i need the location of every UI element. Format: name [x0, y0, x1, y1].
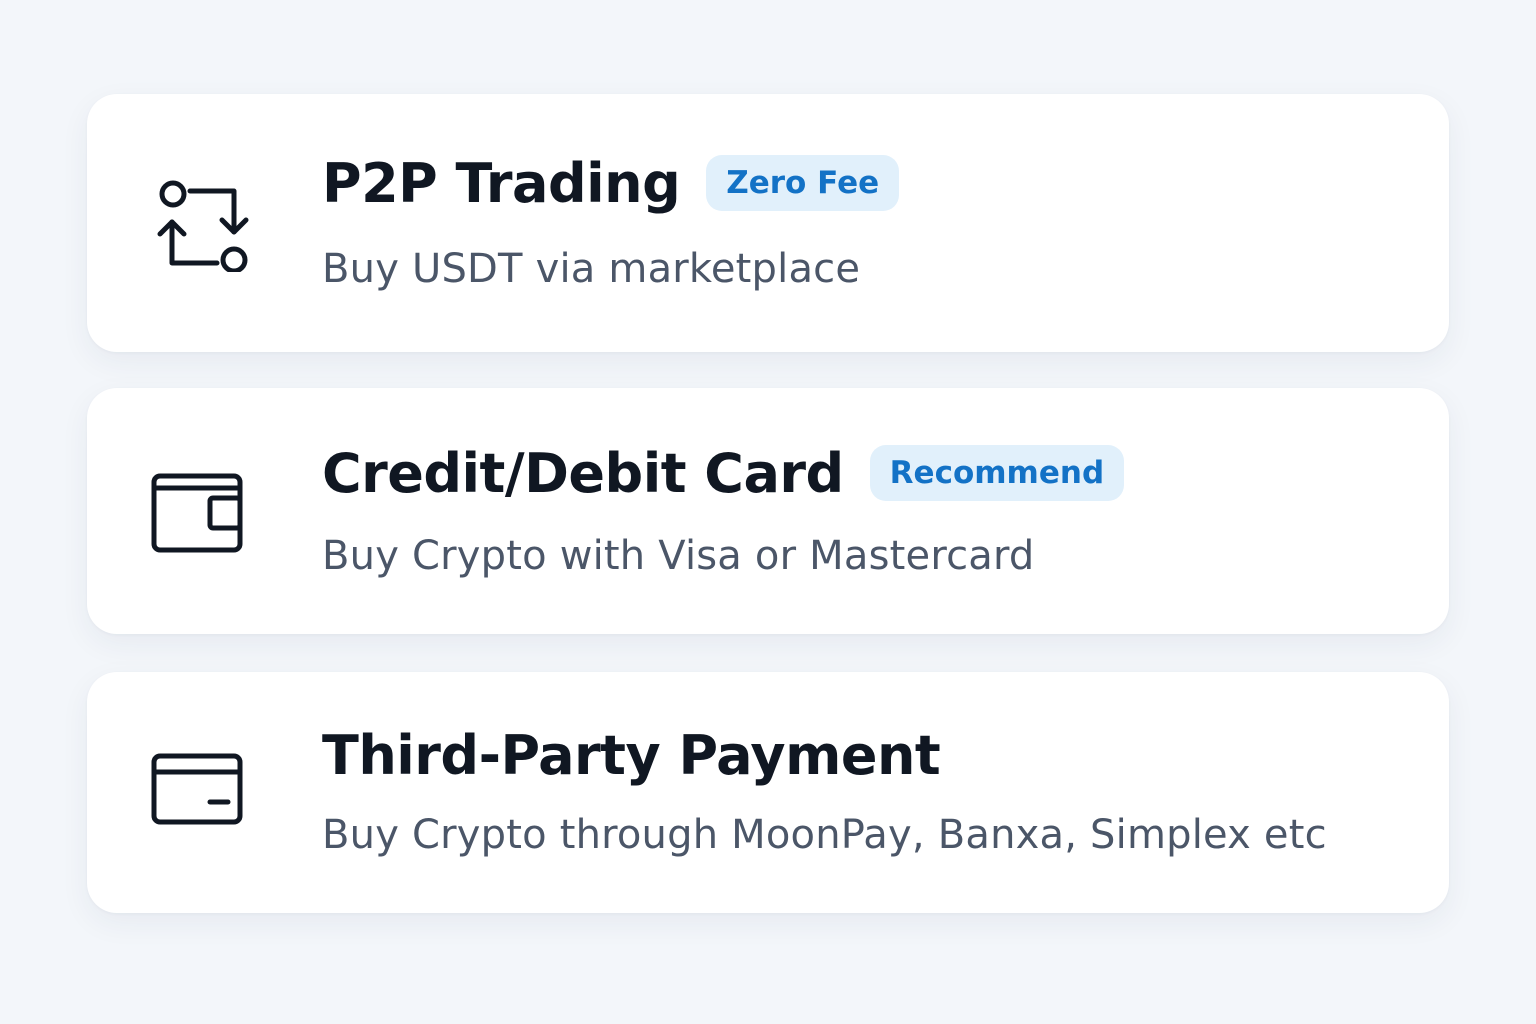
p2p-trading-option[interactable]	[87, 94, 1449, 352]
zero-fee-badge: Zero Fee	[706, 155, 900, 211]
recommend-badge: Recommend	[869, 445, 1125, 501]
option-subtitle: Buy USDT via marketplace	[322, 246, 861, 292]
p2p-title-row: P2P Trading Zero Fee	[322, 150, 900, 216]
option-subtitle: Buy Crypto through MoonPay, Banxa, Simpl…	[322, 812, 1327, 858]
option-subtitle: Buy Crypto with Visa or Mastercard	[322, 533, 1035, 579]
card-icon	[150, 748, 250, 848]
third-party-title-row: Third-Party Payment	[322, 723, 941, 787]
option-title: Third-Party Payment	[322, 723, 941, 787]
credit-debit-card-option[interactable]	[87, 388, 1449, 634]
wallet-icon	[150, 462, 250, 562]
option-title: Credit/Debit Card	[322, 441, 844, 505]
option-title: P2P Trading	[322, 151, 681, 215]
third-party-payment-option[interactable]	[87, 672, 1449, 913]
card-title-row: Credit/Debit Card Recommend	[322, 441, 1125, 505]
swap-arrows-icon	[150, 172, 250, 272]
